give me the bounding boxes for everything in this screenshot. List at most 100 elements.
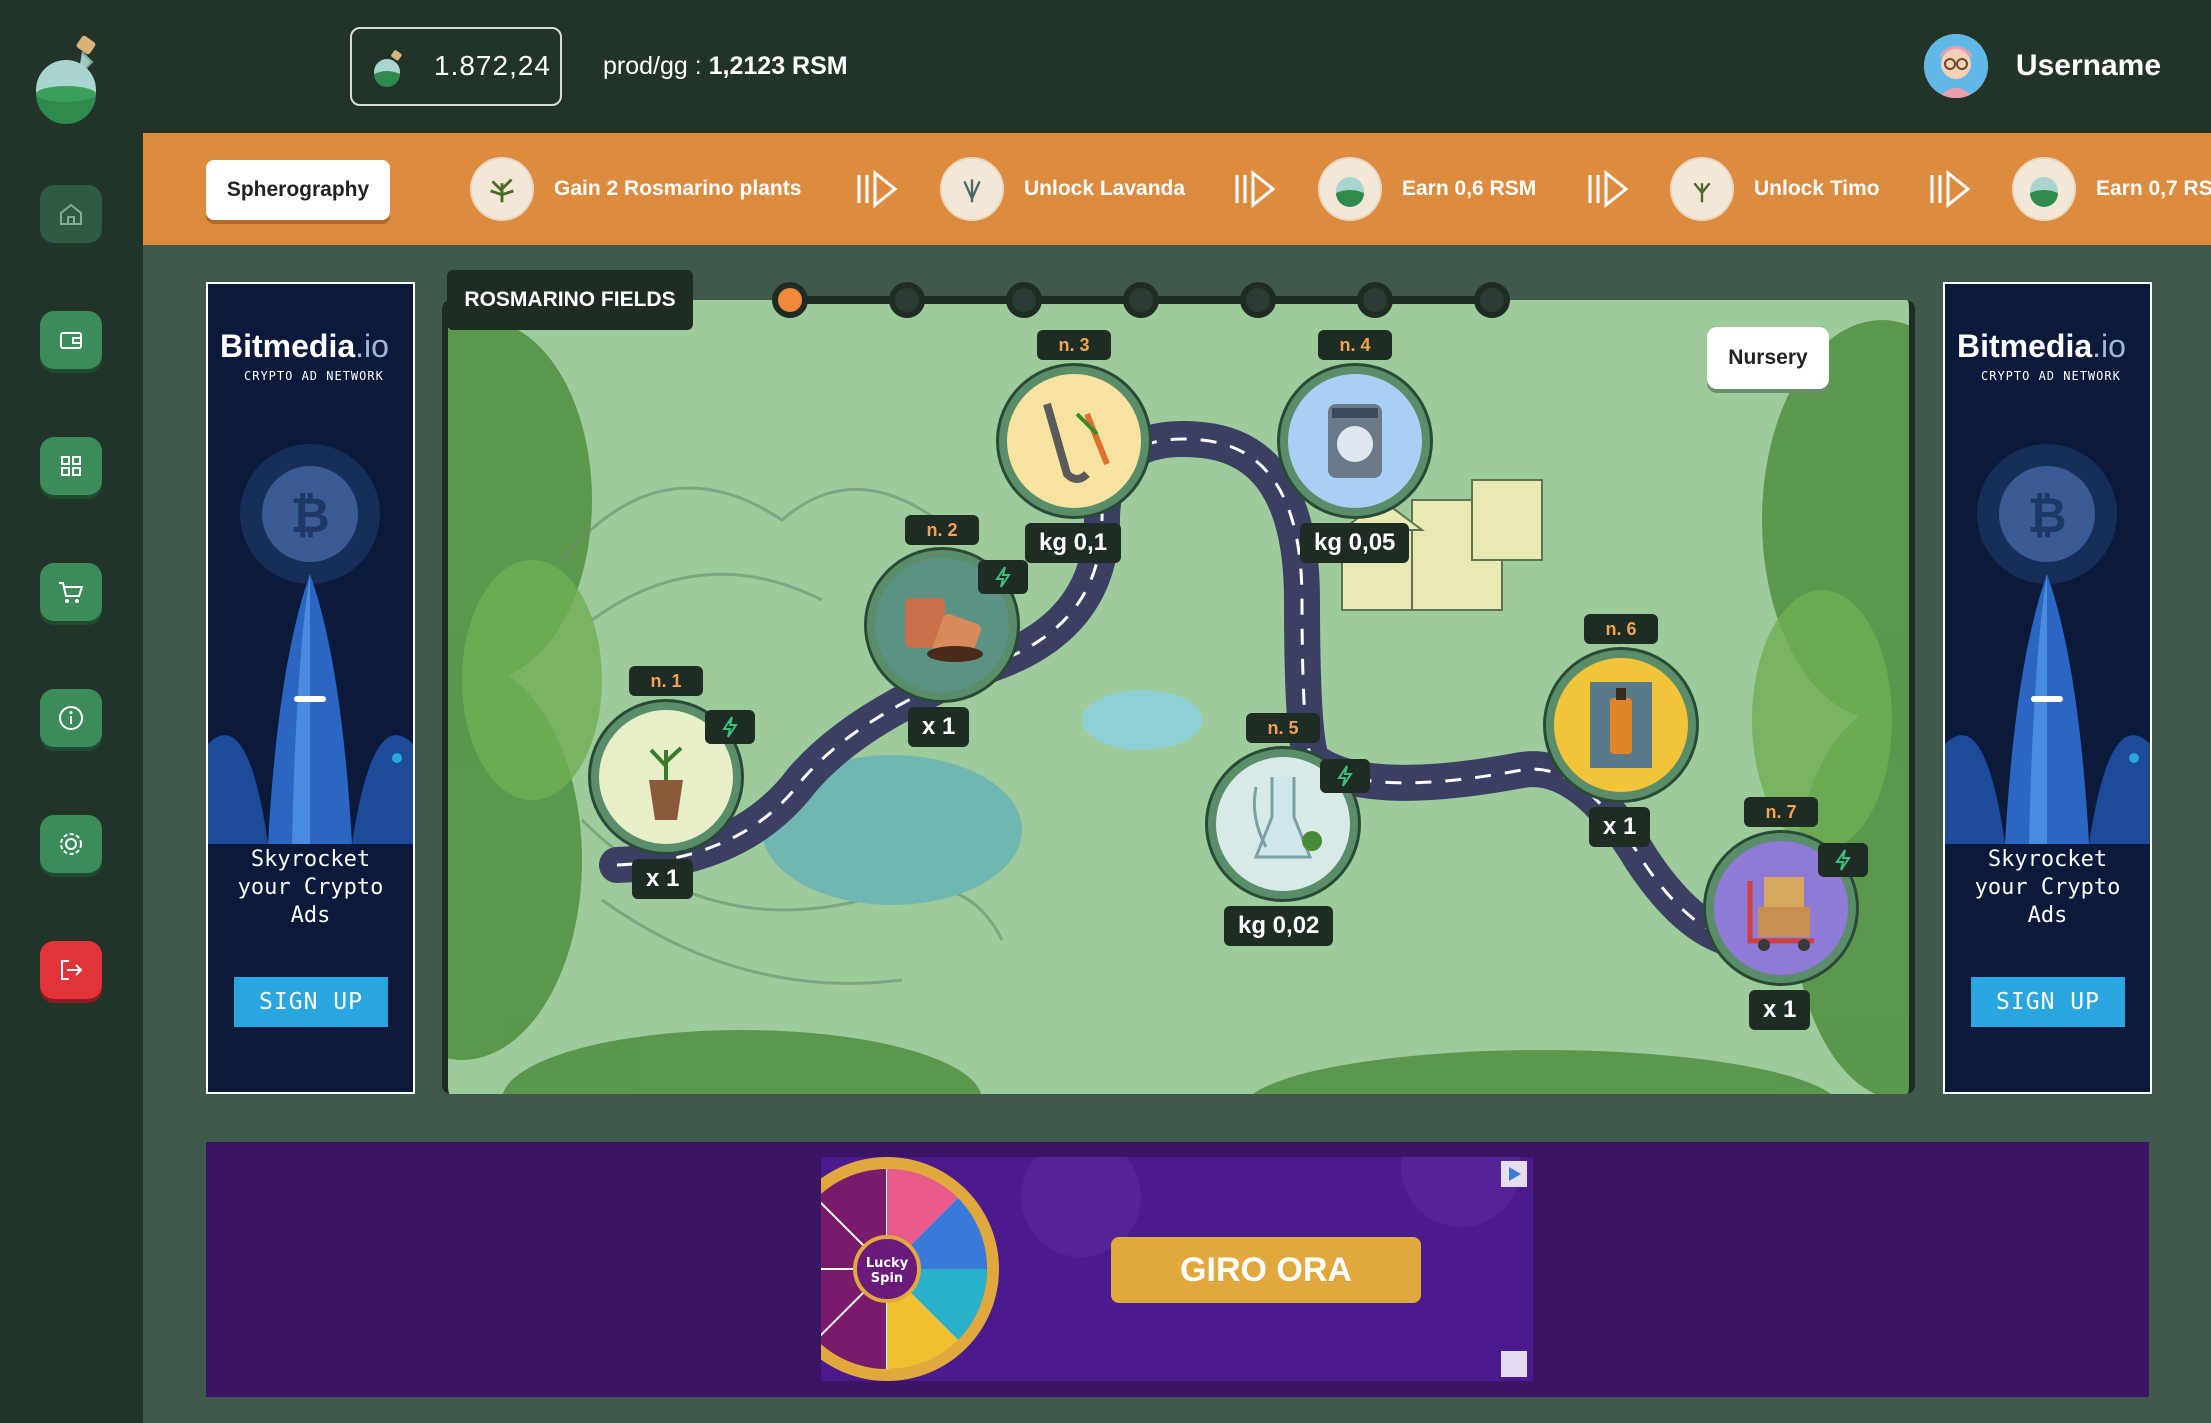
user-menu[interactable]: Username xyxy=(1923,30,2161,102)
quest-step-label: Earn 0,6 RSM xyxy=(1402,177,1537,200)
side-ad-right[interactable]: Bitmedia.io CRYPTO AD NETWORK ₿ Skyrocke… xyxy=(1943,282,2152,1094)
top-bar: 1.872,24 prod/gg : 1,2123 RSM Username xyxy=(143,0,2211,133)
map-progress-step[interactable] xyxy=(1006,282,1042,318)
avatar xyxy=(1923,34,1988,98)
map-background xyxy=(442,300,1915,1094)
quest-step: Gain 2 Rosmarino plants xyxy=(470,156,801,222)
shears-icon xyxy=(1043,402,1110,483)
logout-icon xyxy=(61,960,83,980)
node-tag: n. 3 xyxy=(1037,330,1111,360)
bottle-cabinet-icon xyxy=(1590,682,1652,768)
node-tag: n. 7 xyxy=(1744,797,1818,827)
node-amount: x 1 xyxy=(1749,990,1811,1030)
username: Username xyxy=(2015,49,2161,82)
map-progress-step[interactable] xyxy=(1240,282,1276,318)
node-tag: n. 6 xyxy=(1584,614,1658,644)
production-label: prod/gg : xyxy=(603,52,709,80)
node-amount: x 1 xyxy=(908,707,970,747)
ad-signup-button[interactable]: SIGN UP xyxy=(234,977,388,1027)
quest-step: Earn 0,6 RSM xyxy=(1318,156,1536,222)
node-tag: n. 5 xyxy=(1246,713,1320,743)
sidebar-item-wallet[interactable] xyxy=(40,311,102,369)
boost-bolt-icon[interactable] xyxy=(1320,759,1370,793)
info-icon xyxy=(59,706,83,730)
node-amount: kg 0,05 xyxy=(1300,523,1410,563)
node-amount: x 1 xyxy=(1589,807,1651,847)
wheel-label: Lucky xyxy=(866,1256,909,1271)
quest-step-label: Gain 2 Rosmarino plants xyxy=(554,177,802,200)
production-value: 1,2123 RSM xyxy=(708,52,848,80)
nursery-button[interactable]: Nursery xyxy=(1707,327,1829,389)
sidebar-item-shop[interactable] xyxy=(40,563,102,621)
node-amount: kg 0,1 xyxy=(1025,523,1122,563)
boost-bolt-icon[interactable] xyxy=(705,710,755,744)
dryer-icon xyxy=(1328,404,1382,478)
ad-subtitle: CRYPTO AD NETWORK xyxy=(1981,369,2121,383)
potion-icon xyxy=(370,47,412,89)
node-tag: n. 4 xyxy=(1318,330,1392,360)
sidebar-item-home[interactable] xyxy=(40,185,102,243)
node-amount: x 1 xyxy=(632,859,694,899)
production-node-4[interactable] xyxy=(1280,366,1430,516)
ad-subtitle: CRYPTO AD NETWORK xyxy=(244,369,384,383)
production-node-3[interactable] xyxy=(999,366,1149,516)
grid-icon xyxy=(61,456,81,476)
home-icon xyxy=(60,203,82,225)
chevron-right-icon xyxy=(1930,169,1971,209)
ad-brand: Bitmedia.io xyxy=(1957,328,2126,364)
thyme-icon xyxy=(1670,157,1734,221)
map-title: ROSMARINO FIELDS xyxy=(447,270,693,330)
potion-icon xyxy=(2012,157,2076,221)
node-amount: kg 0,02 xyxy=(1224,906,1334,946)
chevron-right-icon xyxy=(1588,169,1629,209)
cart-icon xyxy=(59,582,84,603)
rocket-icon: ₿ xyxy=(208,404,413,844)
ad-brand: Bitmedia.io xyxy=(220,328,389,364)
production-rate: prod/gg : 1,2123 RSM xyxy=(603,52,848,81)
node-tag: n. 1 xyxy=(629,666,703,696)
quest-step-label: Unlock Lavanda xyxy=(1024,177,1186,200)
map-progress-step[interactable] xyxy=(1357,282,1393,318)
map-progress-step[interactable] xyxy=(889,282,925,318)
sidebar-item-dashboard[interactable] xyxy=(40,437,102,495)
lavender-icon xyxy=(940,157,1004,221)
ad-signup-button[interactable]: SIGN UP xyxy=(1971,977,2125,1027)
rocket-icon: ₿ xyxy=(1945,404,2150,844)
svg-text:₿: ₿ xyxy=(290,488,329,544)
side-ad-left[interactable]: Bitmedia.io CRYPTO AD NETWORK ₿ Skyrocke… xyxy=(206,282,415,1094)
quest-bar: Spherography Gain 2 Rosmarino plants Unl… xyxy=(143,133,2211,245)
boost-bolt-icon[interactable] xyxy=(1818,843,1868,877)
quest-step-label: Unlock Timo xyxy=(1754,177,1880,200)
app: 1.872,24 prod/gg : 1,2123 RSM Username S… xyxy=(0,0,2211,1423)
quest-step: Unlock Timo xyxy=(1670,156,1880,222)
node-tag: n. 2 xyxy=(905,515,979,545)
svg-text:₿: ₿ xyxy=(2027,488,2066,544)
lucky-spin-ad[interactable]: Lucky Spin GIRO ORA xyxy=(821,1157,1533,1381)
logo-flask-icon xyxy=(30,34,115,124)
sidebar-item-settings[interactable] xyxy=(40,815,102,873)
quest-step: Earn 0,7 RSM xyxy=(2012,156,2211,222)
boost-bolt-icon[interactable] xyxy=(978,560,1028,594)
ad-tagline: Skyrocket your Crypto Ads xyxy=(237,847,384,928)
ad-tagline: Skyrocket your Crypto Ads xyxy=(1974,847,2121,928)
wallet-icon xyxy=(60,332,82,349)
chevron-right-icon xyxy=(1235,169,1276,209)
sidebar-item-info[interactable] xyxy=(40,689,102,747)
balance-value: 1.872,24 xyxy=(434,50,551,81)
quest-step: Unlock Lavanda xyxy=(940,156,1185,222)
wheel-label: Spin xyxy=(871,1271,903,1286)
map-progress-step[interactable] xyxy=(772,282,808,318)
map-progress-step[interactable] xyxy=(1474,282,1510,318)
map-progress-step[interactable] xyxy=(1123,282,1159,318)
potion-icon xyxy=(1318,157,1382,221)
balance-box[interactable]: 1.872,24 xyxy=(350,27,562,106)
quest-step-label: Earn 0,7 RSM xyxy=(2096,177,2211,200)
spherography-button[interactable]: Spherography xyxy=(206,160,390,220)
sidebar-item-logout[interactable] xyxy=(40,941,102,999)
gear-icon xyxy=(60,833,82,855)
chevron-right-icon xyxy=(857,169,898,209)
sidebar xyxy=(0,0,143,1423)
giro-ora-button[interactable]: GIRO ORA xyxy=(1111,1237,1421,1303)
production-node-6[interactable] xyxy=(1546,650,1696,800)
rosmarino-map xyxy=(442,300,1915,1094)
